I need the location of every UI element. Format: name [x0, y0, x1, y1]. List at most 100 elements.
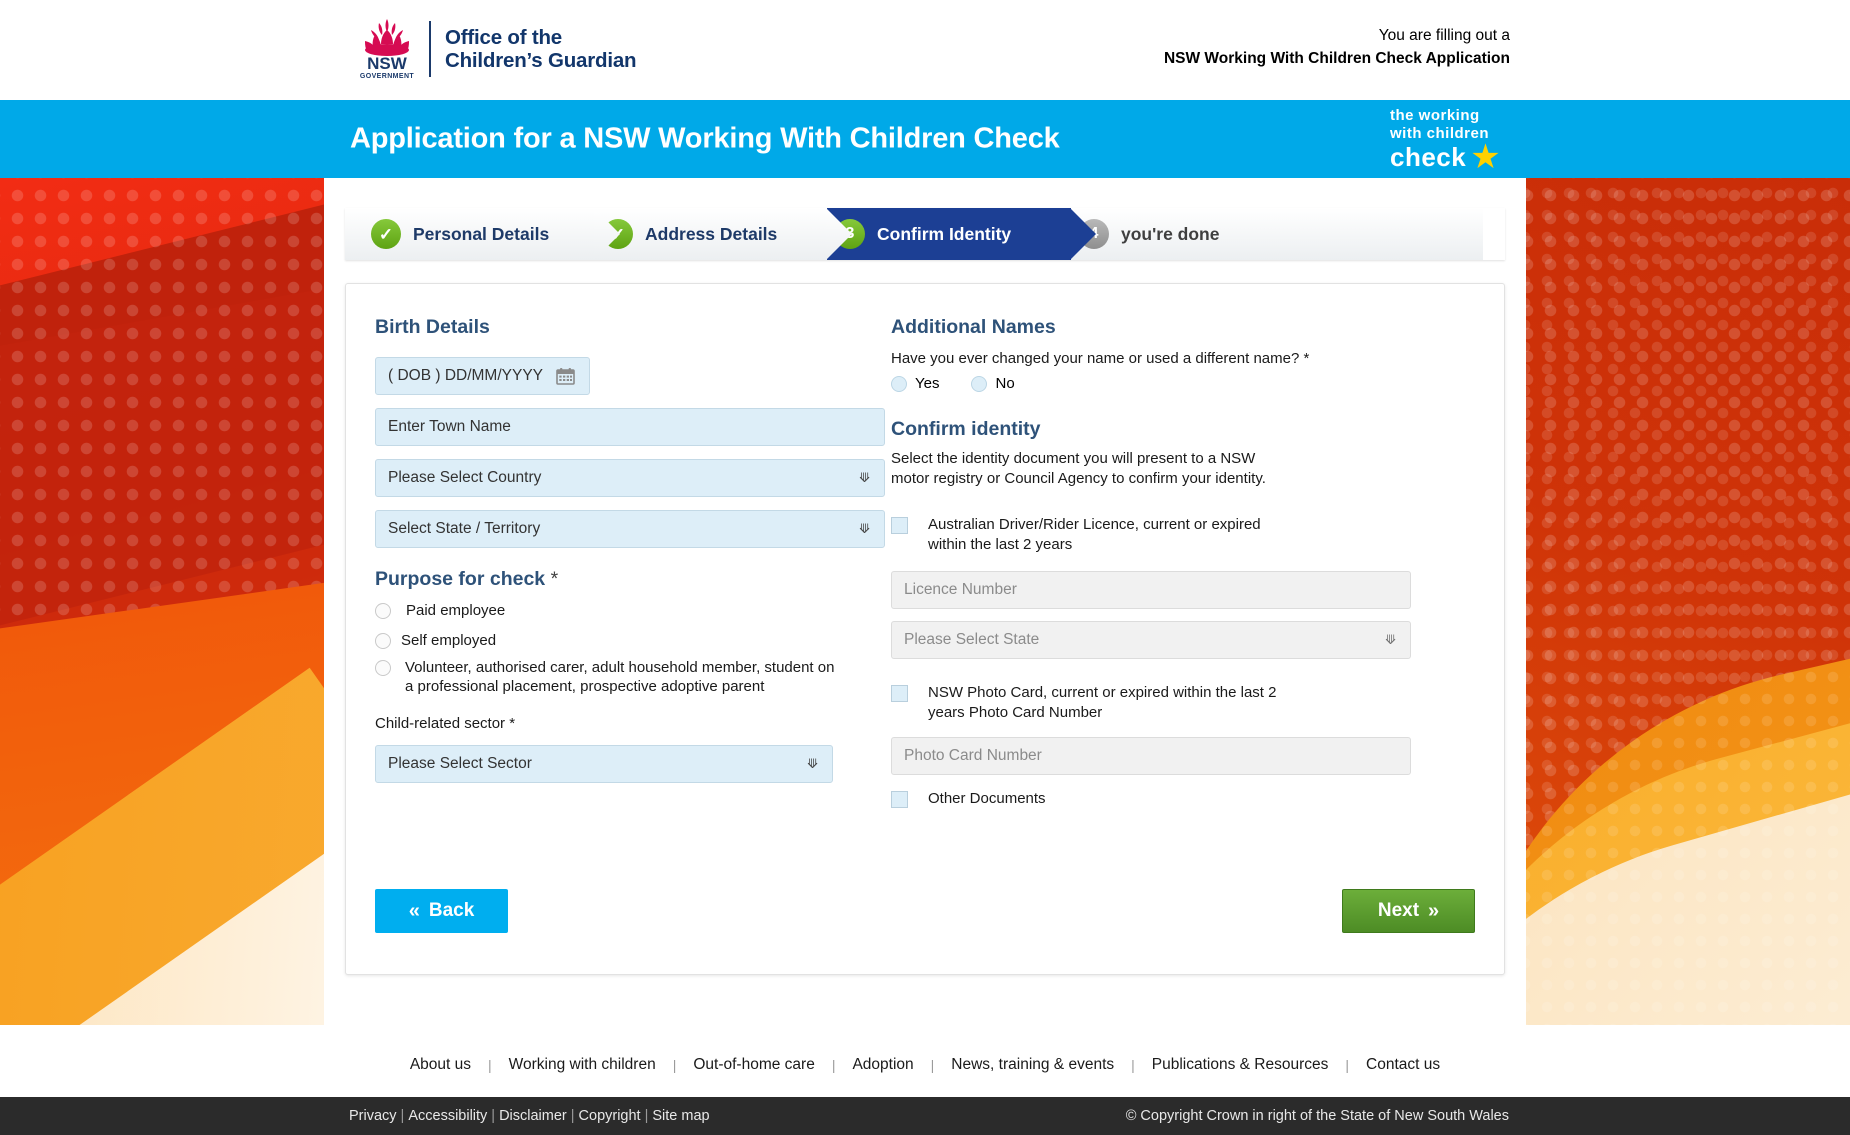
- page-banner: Application for a NSW Working With Child…: [0, 100, 1850, 178]
- filling-out-notice: You are filling out a NSW Working With C…: [1164, 24, 1510, 70]
- name-change-question: Have you ever changed your name or used …: [891, 350, 1310, 367]
- legal-link-accessibility[interactable]: Accessibility: [408, 1108, 487, 1124]
- photocard-number-placeholder: Photo Card Number: [904, 747, 1042, 764]
- legal-link-privacy[interactable]: Privacy: [349, 1108, 397, 1124]
- logo-line-2: Children’s Guardian: [445, 49, 637, 72]
- birth-details-column: Birth Details ( DOB ) DD/MM/YYYY Enter T…: [375, 316, 885, 796]
- decorative-background-right: [1510, 178, 1850, 1025]
- footer-link-news-training-events[interactable]: News, training & events: [951, 1056, 1114, 1074]
- next-button[interactable]: Next »: [1342, 889, 1475, 933]
- purpose-option-0-label: Paid employee: [406, 602, 506, 619]
- additional-names-heading: Additional Names: [891, 316, 1056, 338]
- name-change-no[interactable]: No: [971, 375, 1015, 392]
- form-card: Birth Details ( DOB ) DD/MM/YYYY Enter T…: [345, 283, 1505, 975]
- town-name-input[interactable]: Enter Town Name: [375, 408, 885, 446]
- step-1-badge: ✓: [371, 219, 401, 249]
- radio-icon[interactable]: [891, 375, 907, 392]
- birth-details-heading: Birth Details: [375, 316, 490, 338]
- licence-number-input[interactable]: Licence Number: [891, 571, 1411, 609]
- waratah-icon: NSW GOVERNMENT: [357, 17, 417, 81]
- licence-state-select[interactable]: Please Select State ⟱: [891, 621, 1411, 659]
- filling-line-2: NSW Working With Children Check Applicat…: [1163, 50, 1510, 67]
- name-change-yes[interactable]: Yes: [891, 375, 939, 392]
- footer-link-about-us[interactable]: About us: [410, 1056, 471, 1074]
- legal-separator: |: [644, 1108, 649, 1124]
- nsw-government-logo[interactable]: NSW GOVERNMENT Office of the Children’s …: [357, 16, 637, 82]
- yes-label: Yes: [915, 375, 940, 392]
- legal-link-copyright[interactable]: Copyright: [579, 1108, 641, 1124]
- footer-link-working-with-children[interactable]: Working with children: [509, 1056, 656, 1074]
- footer-link-out-of-home-care[interactable]: Out-of-home care: [693, 1056, 814, 1074]
- other-documents-row[interactable]: Other Documents: [891, 789, 1411, 809]
- checkbox-icon[interactable]: [891, 517, 908, 534]
- purpose-option-paid-employee[interactable]: Paid employee: [375, 601, 885, 620]
- copyright-notice: © Copyright Crown in right of the State …: [1125, 1108, 1509, 1124]
- site-header: NSW GOVERNMENT Office of the Children’s …: [0, 0, 1850, 100]
- licence-checkbox-label: Australian Driver/Rider Licence, current…: [928, 516, 1261, 553]
- back-button-label: Back: [428, 900, 475, 921]
- radio-icon[interactable]: [375, 633, 391, 649]
- purpose-option-self-employed[interactable]: Self employed: [375, 631, 885, 650]
- footer-separator: |: [1131, 1057, 1135, 1073]
- confirm-identity-heading: Confirm identity: [891, 418, 1041, 440]
- state-territory-select[interactable]: Select State / Territory ⟱: [375, 510, 885, 548]
- state-value: Select State / Territory: [388, 520, 541, 537]
- logo-divider: [429, 21, 431, 77]
- progress-stepper: ✓ Personal Details ✓ Address Details 3 C…: [345, 208, 1505, 260]
- legal-links: Privacy | Accessibility | Disclaimer | Copyrig…: [349, 1108, 710, 1124]
- photocard-number-input[interactable]: Photo Card Number: [891, 737, 1411, 775]
- footer-separator: |: [1345, 1057, 1350, 1073]
- sector-required-marker: *: [509, 715, 516, 732]
- child-related-sector-select[interactable]: Please Select Sector ⟱: [375, 745, 833, 783]
- footer-separator: |: [672, 1057, 677, 1073]
- name-change-radio-group: Yes No: [891, 375, 1411, 392]
- step-3-label: Confirm Identity: [877, 223, 1012, 244]
- legal-link-site-map[interactable]: Site map: [652, 1108, 709, 1124]
- back-button[interactable]: « Back: [375, 889, 508, 933]
- checkbox-icon[interactable]: [891, 685, 908, 702]
- other-documents-label: Other Documents: [928, 790, 1046, 807]
- radio-icon[interactable]: [375, 603, 391, 619]
- check-icon: ✓: [378, 224, 394, 244]
- chevron-down-icon: ⟱: [1385, 632, 1396, 647]
- photocard-checkbox-label: NSW Photo Card, current or expired withi…: [928, 684, 1277, 721]
- purpose-heading: Purpose for check *: [375, 568, 885, 591]
- purpose-heading-text: Purpose for check: [375, 568, 546, 590]
- sector-value: Please Select Sector: [388, 755, 532, 772]
- legal-separator: |: [491, 1108, 496, 1124]
- confirm-identity-description: Select the identity document you will pr…: [891, 450, 1266, 487]
- date-of-birth-input[interactable]: ( DOB ) DD/MM/YYYY: [375, 357, 590, 395]
- double-chevron-right-icon: »: [1428, 899, 1440, 922]
- confirm-identity-column: Additional Names Have you ever changed y…: [891, 316, 1411, 821]
- purpose-option-volunteer[interactable]: Volunteer, authorised carer, adult house…: [375, 658, 885, 696]
- double-chevron-left-icon: «: [408, 899, 420, 922]
- footer-link-contact-us[interactable]: Contact us: [1366, 1056, 1440, 1074]
- legal-separator: |: [400, 1108, 405, 1124]
- footer-link-adoption[interactable]: Adoption: [852, 1056, 913, 1074]
- logo-line-1: Office of the: [445, 26, 562, 49]
- calendar-icon[interactable]: [556, 367, 575, 385]
- chevron-down-icon: ⟱: [859, 521, 870, 536]
- radio-icon[interactable]: [375, 660, 391, 676]
- radio-icon[interactable]: [971, 375, 988, 392]
- licence-checkbox-row[interactable]: Australian Driver/Rider Licence, current…: [891, 515, 1411, 555]
- chevron-down-icon: ⟱: [807, 756, 818, 771]
- licence-state-value: Please Select State: [904, 631, 1040, 648]
- working-with-children-check-logo: the working with children check ★: [1390, 107, 1520, 174]
- application-page: NSW GOVERNMENT Office of the Children’s …: [0, 0, 1850, 1135]
- step-personal-details[interactable]: ✓ Personal Details: [345, 208, 620, 260]
- footer-separator: |: [930, 1057, 935, 1073]
- legal-link-disclaimer[interactable]: Disclaimer: [499, 1108, 567, 1124]
- dob-placeholder: ( DOB ) DD/MM/YYYY: [388, 367, 544, 384]
- checkbox-icon[interactable]: [891, 791, 908, 808]
- step-4-label: you're done: [1121, 223, 1220, 244]
- no-label: No: [995, 375, 1015, 392]
- svg-text:GOVERNMENT: GOVERNMENT: [360, 73, 414, 80]
- page-title: Application for a NSW Working With Child…: [350, 122, 1060, 155]
- svg-text:NSW: NSW: [367, 54, 408, 73]
- footer-link-publications-resources[interactable]: Publications & Resources: [1152, 1056, 1329, 1074]
- step-youre-done[interactable]: 4 you're done: [1053, 208, 1483, 260]
- country-select[interactable]: Please Select Country ⟱: [375, 459, 885, 497]
- photocard-checkbox-row[interactable]: NSW Photo Card, current or expired withi…: [891, 683, 1411, 723]
- step-2-label: Address Details: [645, 223, 778, 244]
